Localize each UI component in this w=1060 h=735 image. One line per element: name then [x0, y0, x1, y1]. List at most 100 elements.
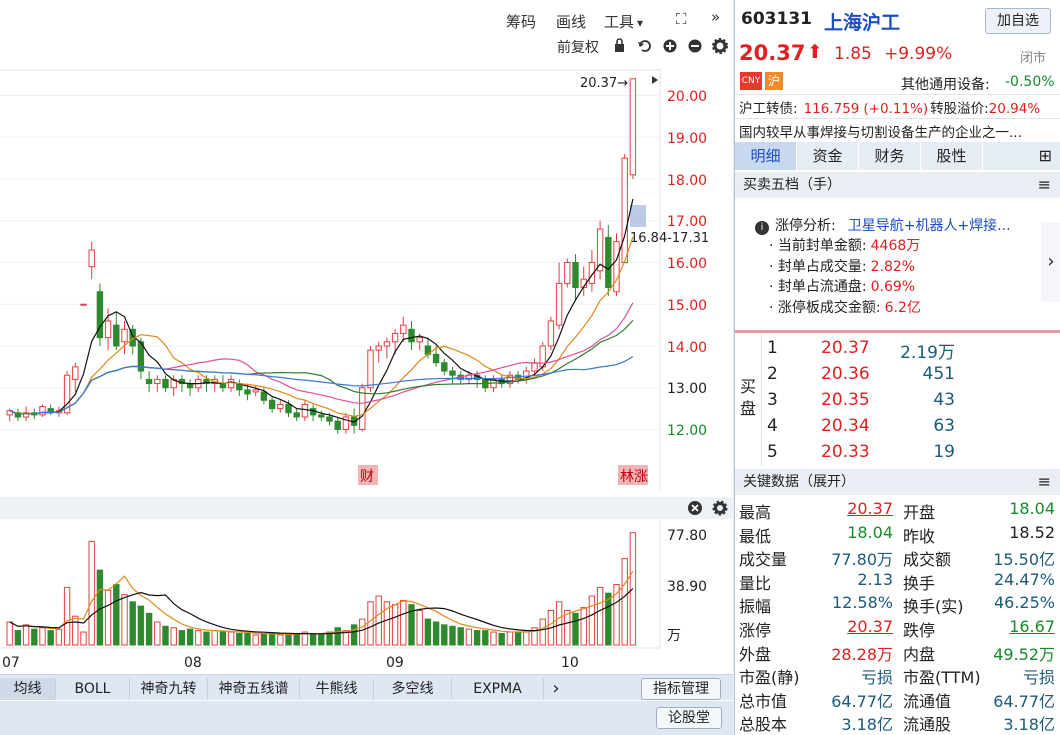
indicator-tab-bar: 均线 BOLL 神奇九转 神奇五线谱 牛熊线 多空线 EXPMA › 指标管理 — [0, 674, 733, 700]
indicator-manage-button[interactable]: 指标管理 — [641, 678, 721, 700]
grid-view-icon[interactable]: ⊞ — [983, 142, 1060, 170]
chevron-right-icon[interactable]: › — [1041, 222, 1060, 302]
convertible-bond-row[interactable]: 沪工转债: 116.759 (+0.11%) 转股溢价:20.94% — [739, 97, 1040, 117]
price-tick-label: 14.00 — [667, 340, 707, 356]
price-tick-label: 16.00 — [667, 256, 707, 272]
limit-turnover-row: · 涨停板成交金额: 6.2亿 — [769, 297, 921, 317]
stat-value: 4468万 — [870, 238, 921, 254]
volume-bar — [211, 630, 218, 646]
candle-body — [334, 420, 341, 430]
key-value: 18.04 — [847, 522, 893, 542]
bid-side-label: 买盘 — [739, 377, 756, 418]
tab-detail[interactable]: 明细 — [735, 142, 797, 170]
volume-bar — [104, 589, 112, 646]
key-label: 成交量 — [739, 550, 788, 570]
volume-bar — [506, 631, 514, 646]
volume-bar — [555, 601, 563, 646]
orderbook-menu-icon[interactable]: ≡ — [1038, 172, 1051, 198]
bid-volume: 451 — [922, 364, 955, 384]
tab-finance[interactable]: 财务 — [859, 142, 921, 170]
forum-button[interactable]: 论股堂 — [656, 707, 722, 729]
candle-body — [244, 389, 251, 395]
candle-body — [408, 328, 415, 343]
key-value[interactable]: 20.37 — [811, 617, 893, 636]
event-marker-finance[interactable]: 财 — [358, 465, 378, 485]
key-value: 49.52万 — [993, 644, 1055, 664]
keydata-header[interactable]: 关键数据（展开） ≡ — [735, 469, 1060, 495]
volume-bar — [252, 634, 259, 646]
tab-magic-nine[interactable]: 神奇九转 — [130, 678, 208, 700]
volume-bar — [170, 627, 177, 646]
time-axis-label: 09 — [386, 655, 404, 671]
key-label: 跌停 — [903, 621, 936, 640]
last-price-pointer-icon — [652, 76, 658, 84]
volume-bar — [350, 624, 358, 646]
candle-body — [301, 403, 309, 418]
volume-bar — [47, 630, 54, 646]
close-panel-icon[interactable] — [688, 501, 702, 515]
analysis-concepts: 卫星导航+机器人+焊接... — [847, 218, 1011, 234]
candle-body — [145, 378, 153, 385]
key-value[interactable]: 20.37 — [811, 499, 893, 518]
volume-bar — [514, 631, 522, 646]
stat-label: · 涨停板成交金额: — [769, 300, 881, 316]
candle-body — [621, 157, 628, 263]
candle-body — [383, 341, 391, 347]
key-label: 市盈(静) — [739, 668, 800, 688]
candle-body — [432, 353, 440, 364]
event-marker-limit-up[interactable]: 林涨 — [618, 465, 648, 485]
company-description[interactable]: 国内较早从事焊接与切割设备生产的企业之一... — [739, 121, 1057, 141]
add-watchlist-button[interactable]: 加自选 — [985, 8, 1051, 34]
volume-bar — [63, 586, 71, 646]
candle-body — [72, 366, 79, 380]
sh-market-badge: 沪 — [765, 72, 783, 90]
key-value[interactable]: 16.67 — [973, 617, 1055, 636]
key-value: 3.18亿 — [1003, 715, 1055, 735]
candle-body — [605, 236, 612, 289]
candles-layer — [6, 78, 637, 434]
price-tick-label: 18.00 — [667, 173, 707, 189]
key-label: 流通值 — [903, 691, 952, 711]
divider — [735, 118, 1060, 119]
orderbook-title: 买卖五档（手） — [743, 177, 841, 193]
key-value: 77.80万 — [831, 550, 893, 570]
tab-expma[interactable]: EXPMA — [452, 678, 544, 700]
volume-unit-label: 万 — [667, 628, 681, 644]
volume-bar — [137, 605, 145, 646]
volume-bar — [39, 627, 46, 646]
volume-bar — [268, 632, 276, 646]
tab-long-short[interactable]: 多空线 — [374, 678, 452, 700]
candle-body — [252, 389, 259, 393]
key-label: 换手(实) — [903, 597, 964, 617]
tab-bull-bear[interactable]: 牛熊线 — [300, 678, 374, 700]
limit-analysis-row[interactable]: i 涨停分析: 卫星导航+机器人+焊接... — [755, 215, 1011, 235]
up-arrow-icon: ⬆ — [807, 41, 823, 63]
candle-body — [359, 387, 366, 430]
volume-bar — [14, 630, 22, 646]
volume-bar — [424, 618, 432, 646]
key-value: 64.77亿 — [831, 691, 893, 711]
volume-bar — [162, 625, 169, 646]
next-tabs-icon[interactable]: › — [546, 678, 566, 700]
tab-magic-five-lines[interactable]: 神奇五线谱 — [208, 678, 300, 700]
volume-tick-label: 77.80 — [667, 528, 707, 544]
candle-body — [227, 378, 235, 389]
bid-price: 20.34 — [821, 416, 870, 436]
tab-boll[interactable]: BOLL — [56, 678, 130, 700]
keydata-menu-icon[interactable]: ≡ — [1038, 469, 1051, 495]
volume-bar — [588, 595, 596, 646]
tab-ma[interactable]: 均线 — [0, 678, 56, 700]
sector-label[interactable]: 其他通用设备: — [901, 74, 990, 94]
info-icon: i — [755, 221, 769, 235]
key-label: 总市值 — [739, 691, 788, 711]
kline-chart[interactable]: 20.00 19.00 18.00 17.00 16.00 15.00 14.0… — [0, 0, 733, 674]
volume-bar — [277, 634, 284, 646]
volume-bar — [490, 631, 497, 646]
tab-stock-character[interactable]: 股性 — [921, 142, 983, 170]
tab-funds[interactable]: 资金 — [797, 142, 859, 170]
volume-bar — [121, 594, 128, 646]
volume-bar — [416, 609, 423, 646]
volume-bar — [441, 624, 448, 646]
keydata-title: 关键数据（展开） — [743, 474, 855, 490]
candle-body — [367, 349, 374, 389]
